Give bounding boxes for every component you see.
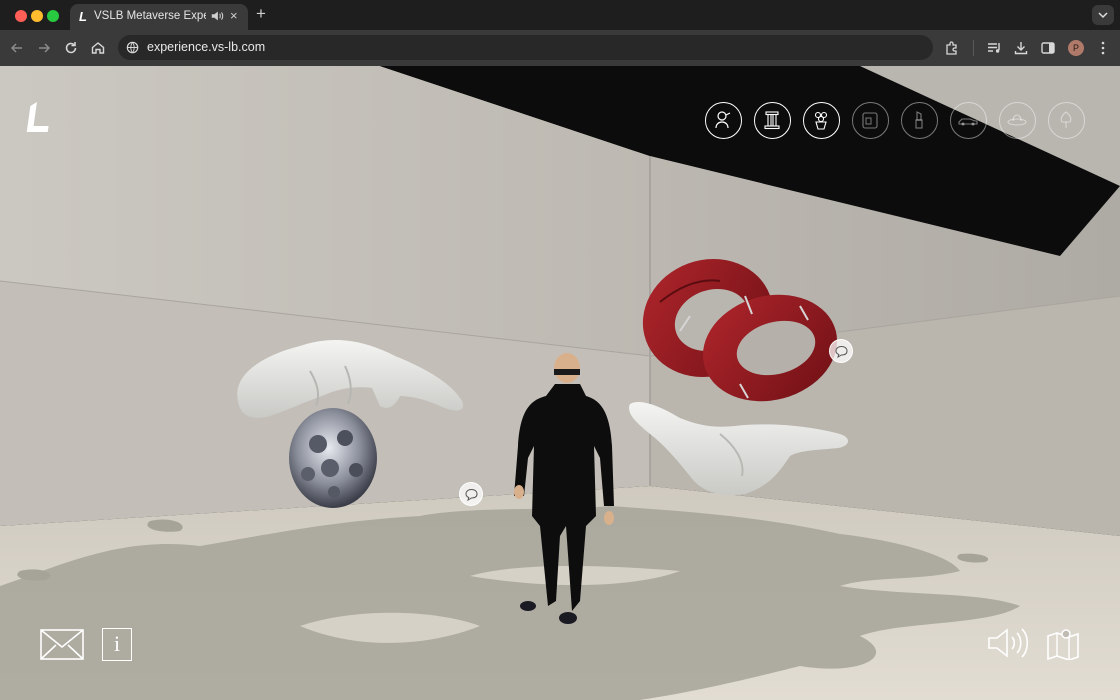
- sun-hat-icon: [1007, 114, 1027, 126]
- fullscreen-window-button[interactable]: [47, 10, 59, 22]
- back-arrow-icon[interactable]: [8, 39, 26, 57]
- portrait-bust-icon: [715, 111, 731, 129]
- address-bar[interactable]: experience.vs-lb.com: [118, 35, 933, 60]
- sports-car-icon: [958, 118, 978, 126]
- site-info-icon[interactable]: [126, 41, 139, 54]
- sculpture-sphere: [289, 408, 377, 508]
- collection-hat-button[interactable]: [999, 102, 1036, 139]
- tab-search-button[interactable]: [1092, 5, 1114, 25]
- browser-tab-bar: L VSLB Metaverse Experience × +: [0, 0, 1120, 30]
- metaverse-viewport[interactable]: L: [0, 66, 1120, 700]
- new-tab-button[interactable]: +: [256, 5, 266, 23]
- flower-bouquet-icon: [814, 111, 828, 130]
- browser-menu-icon[interactable]: [1094, 39, 1112, 57]
- collection-tree-button[interactable]: [1048, 102, 1085, 139]
- side-panel-icon[interactable]: [1039, 39, 1057, 57]
- sound-on-icon[interactable]: [986, 626, 1028, 660]
- collection-flower-button[interactable]: [803, 102, 840, 139]
- collection-portrait-button[interactable]: [705, 102, 742, 139]
- chevron-down-icon: [1098, 12, 1108, 19]
- download-icon[interactable]: [1012, 39, 1030, 57]
- hotspot-near-ring[interactable]: [829, 339, 853, 363]
- toolbar-divider: [973, 40, 974, 56]
- collection-column-button[interactable]: [754, 102, 791, 139]
- tab-audio-playing-icon[interactable]: [210, 9, 224, 23]
- info-icon[interactable]: i: [102, 628, 132, 661]
- browser-tab-active[interactable]: L VSLB Metaverse Experience ×: [70, 4, 248, 30]
- lipstick-icon: [915, 111, 923, 129]
- forward-arrow-icon[interactable]: [35, 39, 53, 57]
- tab-close-icon[interactable]: ×: [230, 8, 238, 23]
- speech-bubble-icon: [835, 345, 848, 358]
- tree-icon: [1060, 111, 1072, 128]
- home-icon[interactable]: [89, 39, 107, 57]
- gallery-scene[interactable]: [0, 66, 1120, 700]
- profile-avatar[interactable]: P: [1068, 40, 1084, 56]
- column-pedestal-icon: [764, 111, 780, 130]
- map-pin-icon[interactable]: [1046, 626, 1080, 660]
- extensions-icon[interactable]: [943, 39, 961, 57]
- phone-device-icon: [862, 112, 878, 129]
- hotspot-near-avatar[interactable]: [459, 482, 483, 506]
- browser-toolbar: experience.vs-lb.com P: [0, 30, 1120, 66]
- tab-favicon-icon: L: [79, 9, 87, 24]
- mail-icon[interactable]: [40, 628, 84, 661]
- tab-title: VSLB Metaverse Experience: [94, 10, 206, 22]
- reading-list-icon[interactable]: [985, 39, 1003, 57]
- url-text[interactable]: experience.vs-lb.com: [147, 40, 265, 54]
- close-window-button[interactable]: [15, 10, 27, 22]
- speech-bubble-icon: [465, 488, 478, 501]
- collection-car-button[interactable]: [950, 102, 987, 139]
- reload-icon[interactable]: [62, 39, 80, 57]
- collection-phone-button[interactable]: [852, 102, 889, 139]
- minimize-window-button[interactable]: [31, 10, 43, 22]
- collection-lipstick-button[interactable]: [901, 102, 938, 139]
